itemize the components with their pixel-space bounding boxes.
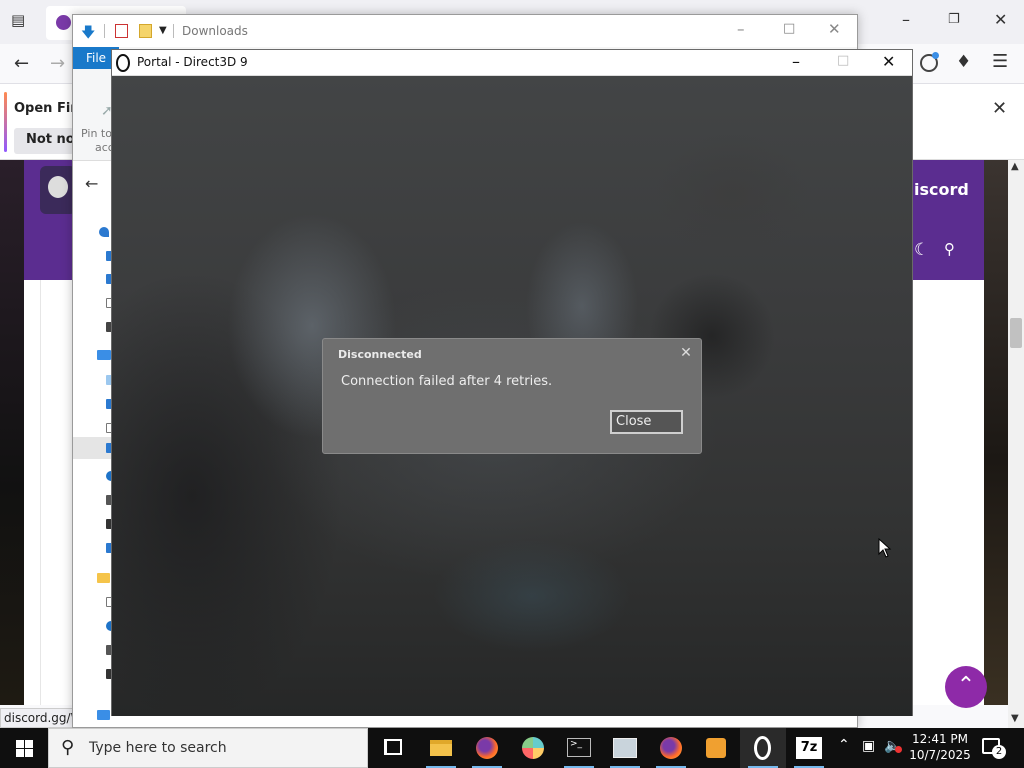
- title-separator: [104, 24, 105, 38]
- notification-close-icon[interactable]: ✕: [992, 100, 1007, 118]
- download-arrow-icon: 🡇: [81, 25, 96, 41]
- forward-icon[interactable]: →: [50, 55, 65, 73]
- taskbar-paint[interactable]: [510, 728, 556, 768]
- portal-maximize-icon[interactable]: □: [837, 53, 849, 68]
- taskbar-firefox[interactable]: [464, 728, 510, 768]
- dialog-close-icon[interactable]: ✕: [678, 345, 694, 361]
- taskbar-media-player[interactable]: [694, 728, 740, 768]
- scroll-down-icon[interactable]: ▼: [1011, 714, 1019, 724]
- customize-toolbar-icon[interactable]: ▼: [159, 25, 167, 36]
- portal-title-bar: Portal - Direct3D 9 – □ ✕: [112, 50, 912, 76]
- action-center-button[interactable]: 2: [980, 736, 1010, 760]
- title-separator-2: [173, 24, 174, 38]
- properties-icon[interactable]: [115, 24, 128, 38]
- dialog-close-button[interactable]: Close: [610, 410, 683, 434]
- task-view-icon: [384, 739, 402, 755]
- this-pc-icon[interactable]: [97, 350, 111, 360]
- paint-icon: [522, 737, 544, 759]
- maximize-icon[interactable]: ❐: [948, 13, 960, 26]
- explorer-back-icon[interactable]: ←: [85, 174, 98, 193]
- mouse-cursor-icon: [878, 538, 892, 558]
- taskbar-7zip[interactable]: 7z: [786, 728, 832, 768]
- disconnected-dialog: Disconnected ✕ Connection failed after 4…: [322, 338, 702, 454]
- file-explorer-icon: [430, 740, 452, 756]
- taskbar-photos[interactable]: [602, 728, 648, 768]
- tab-overview-icon[interactable]: ▤: [11, 13, 25, 28]
- new-folder-icon[interactable]: [139, 24, 152, 38]
- reaper-skull-icon: [48, 176, 68, 198]
- portal-app-icon: [116, 54, 130, 72]
- taskbar-terminal[interactable]: >_: [556, 728, 602, 768]
- site-name[interactable]: iscord: [914, 180, 969, 199]
- search-placeholder: Type here to search: [89, 740, 227, 756]
- minimize-icon[interactable]: –: [902, 12, 910, 28]
- taskbar-search-box[interactable]: ⚲ Type here to search: [48, 728, 368, 768]
- portal-game-window: Portal - Direct3D 9 – □ ✕ Disconnected ✕…: [111, 49, 913, 716]
- link-status-bar: discord.gg/W: [0, 708, 82, 728]
- extensions-icon[interactable]: ♦: [956, 54, 971, 71]
- dialog-title: Disconnected: [338, 348, 422, 361]
- back-icon[interactable]: ←: [14, 55, 29, 73]
- taskbar-firefox-2[interactable]: [648, 728, 694, 768]
- site-side-art-right: [984, 160, 1008, 705]
- taskbar-file-explorer[interactable]: [418, 728, 464, 768]
- terminal-icon: >_: [567, 738, 591, 757]
- start-button[interactable]: [0, 728, 48, 768]
- page-scrollbar[interactable]: ▲ ▼: [1008, 160, 1024, 728]
- explorer-title: Downloads: [182, 24, 248, 38]
- taskbar-portal[interactable]: [740, 728, 786, 768]
- windows-logo-icon: [16, 740, 33, 757]
- content-divider: [40, 280, 41, 705]
- photos-icon: [613, 738, 637, 758]
- dialog-message: Connection failed after 4 retries.: [341, 374, 553, 389]
- taskbar: ⚲ Type here to search >_ 7z ⌃ ▣ 🔈 12:41 …: [0, 728, 1024, 768]
- clock-time: 12:41 PM: [912, 732, 968, 746]
- scrollbar-thumb[interactable]: [1010, 318, 1022, 348]
- dark-mode-icon[interactable]: ☾: [914, 240, 929, 260]
- firefox-2-icon: [660, 737, 682, 759]
- taskbar-search-icon: ⚲: [61, 737, 75, 758]
- network-icon[interactable]: [97, 710, 110, 720]
- scroll-to-top-button[interactable]: ⌃: [945, 666, 987, 708]
- 7zip-icon: 7z: [796, 737, 822, 759]
- pin-label: Pin to: [81, 127, 112, 140]
- explorer-maximize-icon[interactable]: □: [783, 21, 795, 36]
- libraries-icon[interactable]: [97, 573, 110, 583]
- media-player-icon: [706, 738, 726, 758]
- game-viewport[interactable]: Disconnected ✕ Connection failed after 4…: [112, 76, 912, 716]
- taskbar-clock[interactable]: 12:41 PM 10/7/2025: [906, 731, 974, 765]
- notification-accent: [4, 92, 7, 152]
- tab-favicon-icon: [56, 15, 71, 30]
- account-badge-icon: [932, 52, 939, 59]
- clock-date: 10/7/2025: [909, 748, 971, 762]
- quick-access-icon[interactable]: [99, 227, 109, 237]
- portal-taskbar-icon: [754, 736, 771, 760]
- portal-window-title: Portal - Direct3D 9: [137, 55, 248, 69]
- explorer-title-bar: 🡇 ▼ Downloads – □ ✕: [73, 15, 857, 47]
- notification-count-badge: 2: [992, 745, 1006, 759]
- search-icon[interactable]: ⚲: [944, 240, 955, 258]
- network-tray-icon[interactable]: ▣: [862, 738, 875, 754]
- explorer-close-icon[interactable]: ✕: [828, 20, 841, 38]
- close-window-icon[interactable]: ✕: [994, 12, 1007, 28]
- scroll-up-icon[interactable]: ▲: [1011, 162, 1019, 172]
- site-logo[interactable]: [40, 166, 76, 214]
- not-now-button[interactable]: Not now: [14, 128, 74, 154]
- menu-icon[interactable]: ☰: [992, 53, 1008, 71]
- task-view-button[interactable]: [370, 728, 416, 768]
- show-hidden-icons-icon[interactable]: ⌃: [838, 737, 850, 753]
- portal-minimize-icon[interactable]: –: [792, 52, 800, 71]
- site-side-art: [0, 160, 24, 705]
- portal-close-icon[interactable]: ✕: [882, 52, 895, 71]
- muted-badge-icon: [895, 746, 902, 753]
- explorer-minimize-icon[interactable]: –: [737, 20, 745, 38]
- firefox-icon: [476, 737, 498, 759]
